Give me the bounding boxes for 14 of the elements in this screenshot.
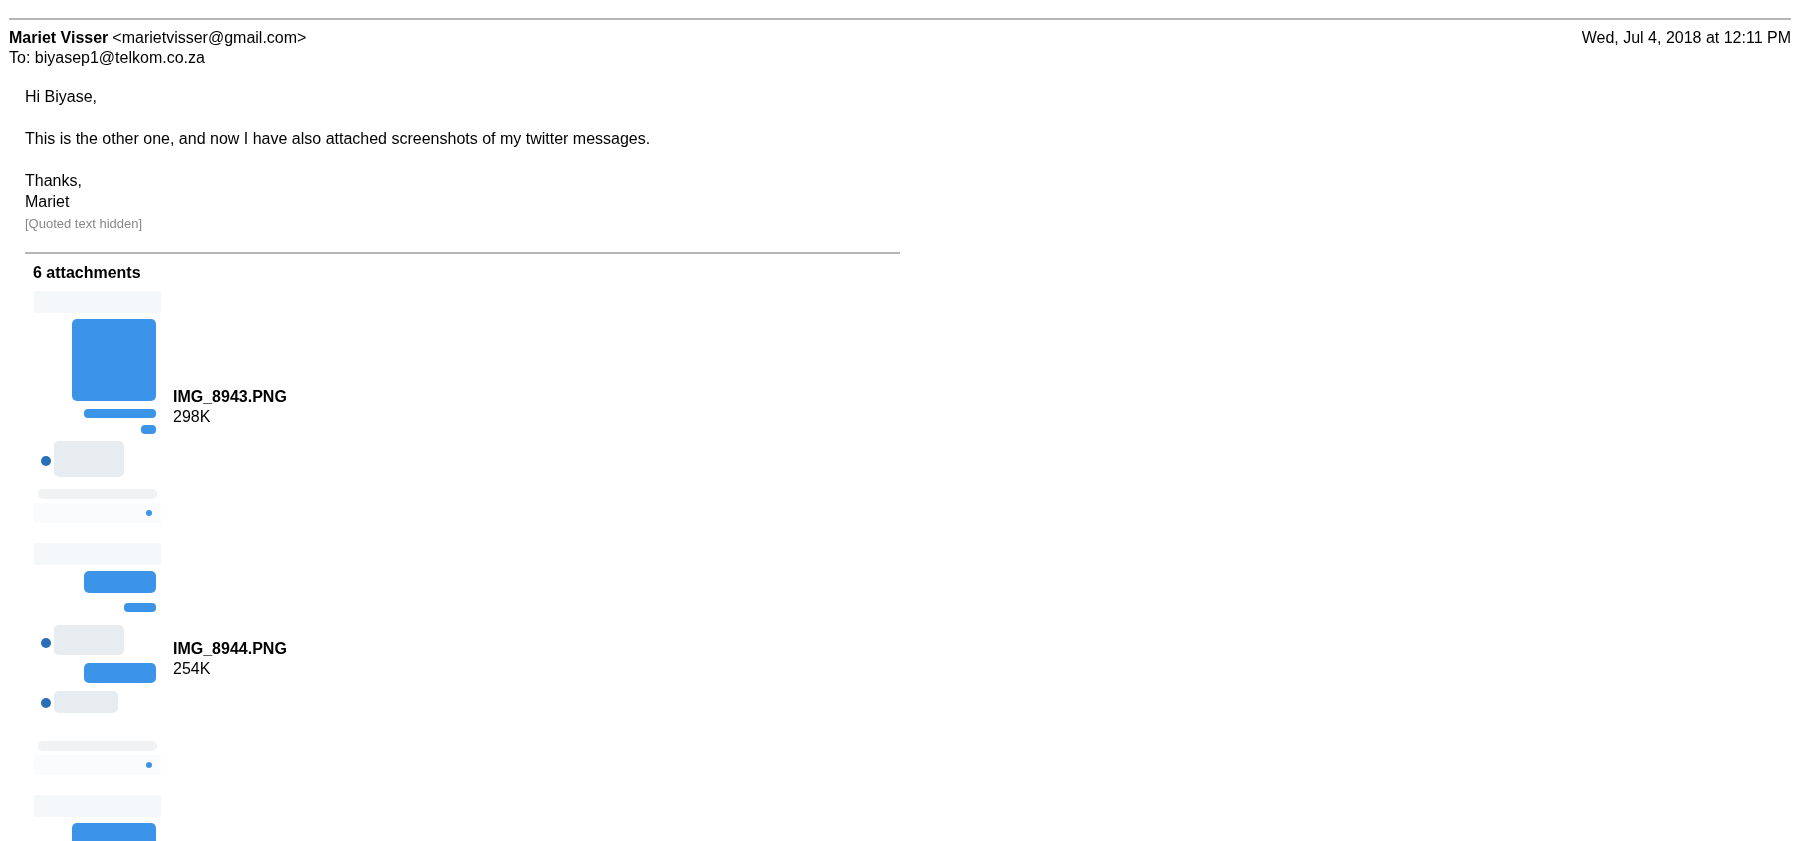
attachment-filename[interactable]: IMG_8944.PNG [173,639,287,659]
attachments-title: 6 attachments [33,264,141,281]
date: Wed, Jul 4, 2018 at 12:11 PM [1581,28,1791,48]
signoff-line: Thanks, [25,171,82,191]
message-text: This is the other one, and now I have also attached screenshots of my twitter messages. [25,129,652,149]
greeting: Hi Biyase, [25,87,99,107]
sender-name: Mariet Visser [9,28,109,48]
quoted-text-link[interactable]: [Quoted text hidden] [25,216,143,231]
signoff-line: Mariet [25,192,70,212]
attachment-size: 254K [173,659,212,679]
attachment-size: 298K [173,407,212,427]
recipient: To: biyasep1@telkom.co.za [9,48,206,68]
attachment-filename[interactable]: IMG_8943.PNG [173,387,287,407]
sender-email: <marietvisser@gmail.com> [112,28,307,48]
